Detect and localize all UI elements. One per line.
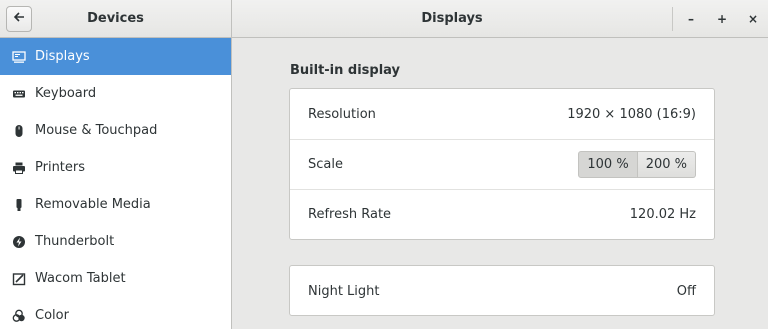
header-bar: Devices Displays – + × [0, 0, 768, 38]
sidebar: Displays Keyboard Mouse & Touchpad Print… [0, 38, 232, 329]
sidebar-item-label: Mouse & Touchpad [35, 123, 158, 138]
page-title: Displays [421, 11, 483, 26]
header-separator [672, 7, 673, 31]
night-light-row[interactable]: Night Light Off [290, 266, 714, 316]
sidebar-item-label: Displays [35, 49, 90, 64]
sidebar-item-displays[interactable]: Displays [0, 38, 231, 75]
close-button[interactable]: × [741, 7, 765, 31]
section-title: Built-in display [290, 63, 401, 78]
sidebar-item-mouse-touchpad[interactable]: Mouse & Touchpad [0, 112, 231, 149]
tablet-icon [12, 272, 26, 286]
scale-row: Scale 100 % 200 % [290, 139, 714, 189]
usb-drive-icon [12, 198, 26, 212]
resolution-row[interactable]: Resolution 1920 × 1080 (16:9) [290, 89, 714, 139]
mouse-icon [12, 124, 26, 138]
sidebar-item-label: Color [35, 308, 69, 323]
sidebar-header: Devices [0, 0, 232, 38]
minimize-button[interactable]: – [679, 7, 703, 31]
sidebar-item-keyboard[interactable]: Keyboard [0, 75, 231, 112]
built-in-display-panel: Resolution 1920 × 1080 (16:9) Scale 100 … [289, 88, 715, 240]
display-icon [12, 50, 26, 64]
main-content: Built-in display Resolution 1920 × 1080 … [233, 39, 768, 329]
sidebar-item-label: Printers [35, 160, 86, 175]
printer-icon [12, 161, 26, 175]
night-light-label: Night Light [308, 283, 380, 299]
refresh-rate-row[interactable]: Refresh Rate 120.02 Hz [290, 189, 714, 239]
night-light-panel: Night Light Off [289, 265, 715, 316]
thunderbolt-icon [12, 235, 26, 249]
scale-toggle-group: 100 % 200 % [578, 151, 696, 178]
scale-100-button[interactable]: 100 % [578, 151, 638, 178]
sidebar-item-printers[interactable]: Printers [0, 149, 231, 186]
scale-200-button[interactable]: 200 % [637, 151, 696, 178]
color-icon [12, 309, 26, 323]
sidebar-title: Devices [87, 11, 144, 26]
sidebar-item-thunderbolt[interactable]: Thunderbolt [0, 223, 231, 260]
keyboard-icon [12, 87, 26, 101]
sidebar-item-label: Thunderbolt [35, 234, 115, 249]
resolution-value: 1920 × 1080 (16:9) [567, 106, 696, 122]
resolution-label: Resolution [308, 106, 376, 122]
refresh-rate-label: Refresh Rate [308, 207, 392, 222]
sidebar-item-label: Removable Media [35, 197, 151, 212]
sidebar-item-label: Wacom Tablet [35, 271, 126, 286]
sidebar-item-wacom-tablet[interactable]: Wacom Tablet [0, 260, 231, 297]
back-button[interactable] [6, 6, 32, 32]
sidebar-item-color[interactable]: Color [0, 297, 231, 329]
back-arrow-icon [13, 11, 25, 27]
sidebar-item-label: Keyboard [35, 86, 97, 101]
sidebar-item-removable-media[interactable]: Removable Media [0, 186, 231, 223]
scale-label: Scale [308, 157, 343, 172]
refresh-rate-value: 120.02 Hz [629, 207, 696, 222]
night-light-value: Off [676, 283, 696, 299]
maximize-button[interactable]: + [710, 7, 734, 31]
